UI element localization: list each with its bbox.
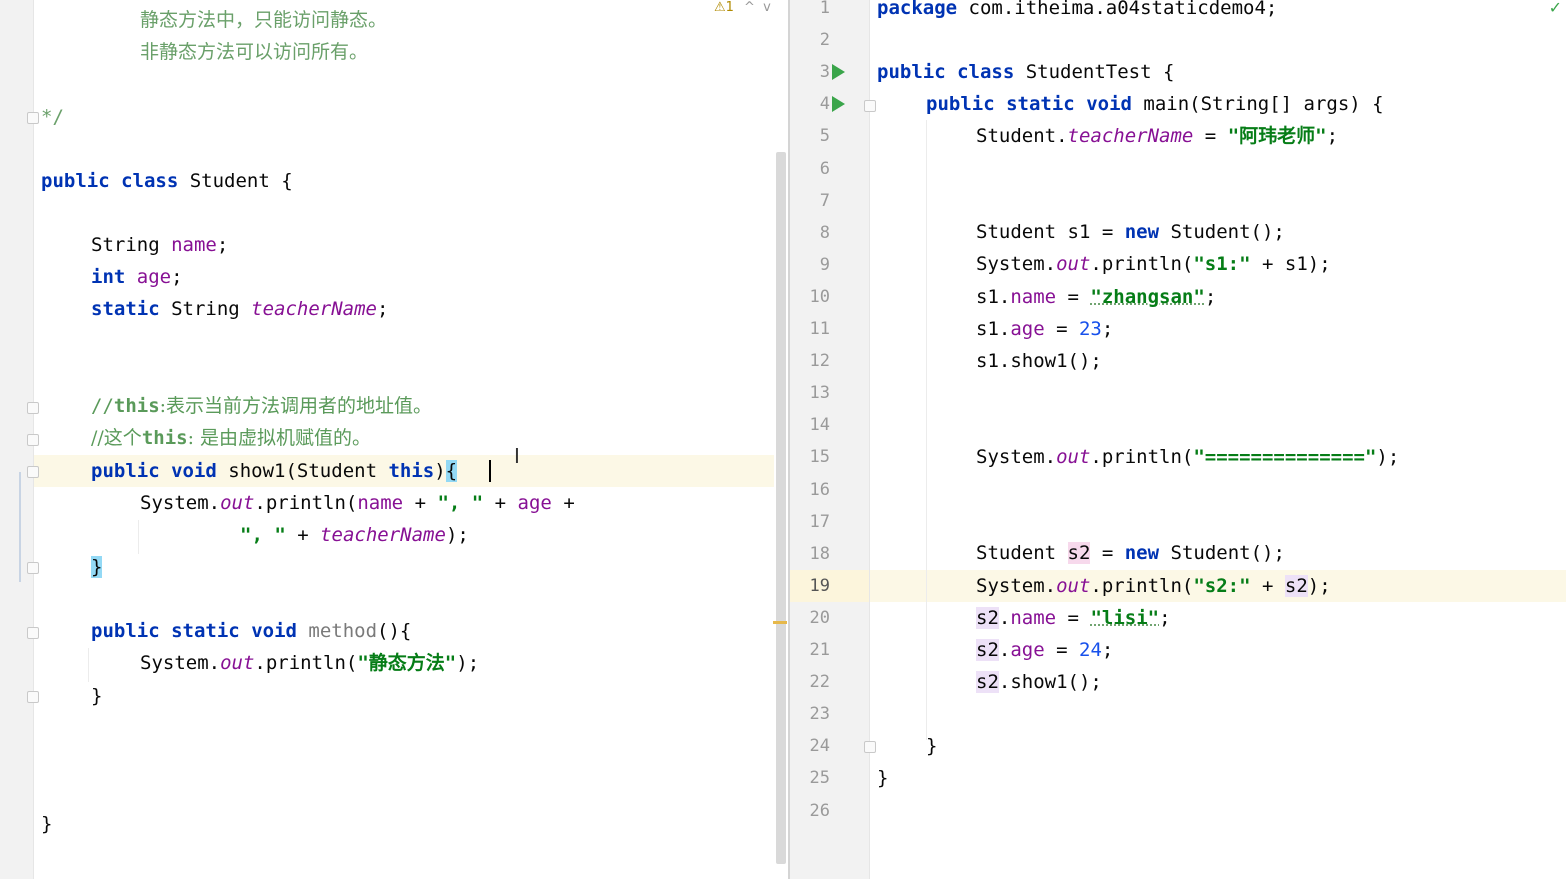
- warning-count: 1: [725, 0, 734, 15]
- class-close-brace: }: [877, 767, 889, 789]
- line-number[interactable]: 2: [790, 24, 830, 56]
- fold-marker[interactable]: [27, 691, 39, 703]
- line-number[interactable]: 21: [790, 634, 830, 666]
- println-continuation: ", " + teacherName);: [240, 524, 469, 546]
- line-number[interactable]: 18: [790, 538, 830, 570]
- line-number[interactable]: 19: [790, 570, 830, 602]
- fold-marker[interactable]: [27, 402, 39, 414]
- line-number[interactable]: 24: [790, 730, 830, 762]
- method-static-declaration: public static void method(){: [91, 620, 412, 642]
- run-icon[interactable]: [832, 96, 845, 112]
- matched-brace: {: [445, 460, 458, 482]
- code-statement: s1.name = "zhangsan";: [976, 286, 1217, 308]
- fold-marker[interactable]: [27, 434, 39, 446]
- line-number[interactable]: 10: [790, 281, 830, 313]
- right-editor-pane[interactable]: 1 2 3 4 5 6 7 8 9 10 11 12 13 14 15 16 17 18 19 20 21 22 23 24 2…: [790, 0, 1566, 879]
- field-name-declaration: String name;: [91, 234, 229, 256]
- line-number[interactable]: 12: [790, 345, 830, 377]
- doc-comment-line: 非静态方法可以访问所有。: [140, 41, 369, 63]
- fold-marker[interactable]: [27, 562, 39, 574]
- line-number[interactable]: 20: [790, 602, 830, 634]
- line-number[interactable]: 4: [790, 88, 830, 120]
- method-close-brace: }: [91, 685, 103, 707]
- line-number[interactable]: 3: [790, 56, 830, 88]
- line-number[interactable]: 14: [790, 409, 830, 441]
- doc-comment-end: */: [41, 106, 64, 128]
- line-number[interactable]: 23: [790, 698, 830, 730]
- fold-marker[interactable]: [27, 466, 39, 478]
- line-comment: //这个this: 是由虚拟机赋值的。: [91, 427, 372, 449]
- code-statement: System.out.println("s2:" + s2);: [976, 575, 1331, 597]
- code-statement: s2.show1();: [976, 671, 1102, 693]
- class-close-brace: }: [41, 813, 53, 835]
- method-show1-declaration: public void show1(Student this){: [91, 460, 458, 482]
- left-editor-scrollbar[interactable]: [776, 152, 786, 864]
- inspection-widget[interactable]: ⚠1 ^ v: [714, 0, 771, 15]
- code-statement: s2.age = 24;: [976, 639, 1114, 661]
- warning-stripe-marker[interactable]: [773, 621, 787, 624]
- line-number[interactable]: 22: [790, 666, 830, 698]
- doc-comment-line: 静态方法中，只能访问静态。: [140, 9, 388, 31]
- field-teachername-declaration: static String teacherName;: [91, 298, 389, 320]
- package-declaration: package com.itheima.a04staticdemo4;: [877, 0, 1278, 19]
- println-statement: System.out.println("静态方法");: [140, 652, 480, 674]
- line-number[interactable]: 13: [790, 377, 830, 409]
- line-number[interactable]: 8: [790, 217, 830, 249]
- fold-marker[interactable]: [27, 627, 39, 639]
- code-statement: Student s1 = new Student();: [976, 221, 1285, 243]
- code-statement: System.out.println("==============");: [976, 446, 1400, 468]
- line-number[interactable]: 15: [790, 441, 830, 473]
- indent-guide: [88, 648, 89, 682]
- main-method-declaration: public static void main(String[] args) {: [926, 93, 1384, 115]
- fold-marker[interactable]: [864, 100, 876, 112]
- text-cursor: [489, 460, 491, 482]
- line-number[interactable]: 9: [790, 249, 830, 281]
- run-icon[interactable]: [832, 64, 845, 80]
- class-declaration: public class Student {: [41, 170, 293, 192]
- line-comment: //this:表示当前方法调用者的地址值。: [91, 395, 433, 417]
- method-close-brace: }: [91, 556, 103, 578]
- line-number[interactable]: 7: [790, 185, 830, 217]
- code-statement: s1.age = 23;: [976, 318, 1114, 340]
- line-number[interactable]: 1: [790, 0, 830, 24]
- class-declaration: public class StudentTest {: [877, 61, 1175, 83]
- line-number[interactable]: 17: [790, 506, 830, 538]
- code-statement: s1.show1();: [976, 350, 1102, 372]
- field-age-declaration: int age;: [91, 266, 183, 288]
- code-statement: Student s2 = new Student();: [976, 542, 1285, 564]
- code-statement: Student.teacherName = "阿玮老师";: [976, 125, 1339, 147]
- check-icon: ✓: [1548, 0, 1562, 17]
- code-statement: System.out.println("s1:" + s1);: [976, 253, 1331, 275]
- line-number[interactable]: 25: [790, 762, 830, 794]
- line-number[interactable]: 26: [790, 795, 830, 827]
- left-editor-pane[interactable]: ⚠1 ^ v 静态方法中，只能访问静态。 非静态方法可以访问所有。 */ publ…: [0, 0, 788, 879]
- indent-guide: [138, 520, 139, 554]
- code-statement: s2.name = "lisi";: [976, 607, 1171, 629]
- mouse-ibeam-cursor: I: [514, 444, 520, 468]
- line-number[interactable]: 11: [790, 313, 830, 345]
- indent-guide: [926, 120, 927, 740]
- line-number[interactable]: 5: [790, 120, 830, 152]
- line-number[interactable]: 16: [790, 474, 830, 506]
- println-statement: System.out.println(name + ", " + age +: [140, 492, 575, 514]
- next-highlight-icon[interactable]: v: [763, 0, 771, 15]
- previous-highlight-icon[interactable]: ^: [744, 0, 755, 15]
- method-close-brace: }: [926, 735, 938, 757]
- line-number[interactable]: 6: [790, 153, 830, 185]
- fold-marker[interactable]: [27, 112, 39, 124]
- fold-marker[interactable]: [864, 741, 876, 753]
- change-marker: [19, 472, 21, 582]
- warning-icon: ⚠: [714, 0, 726, 15]
